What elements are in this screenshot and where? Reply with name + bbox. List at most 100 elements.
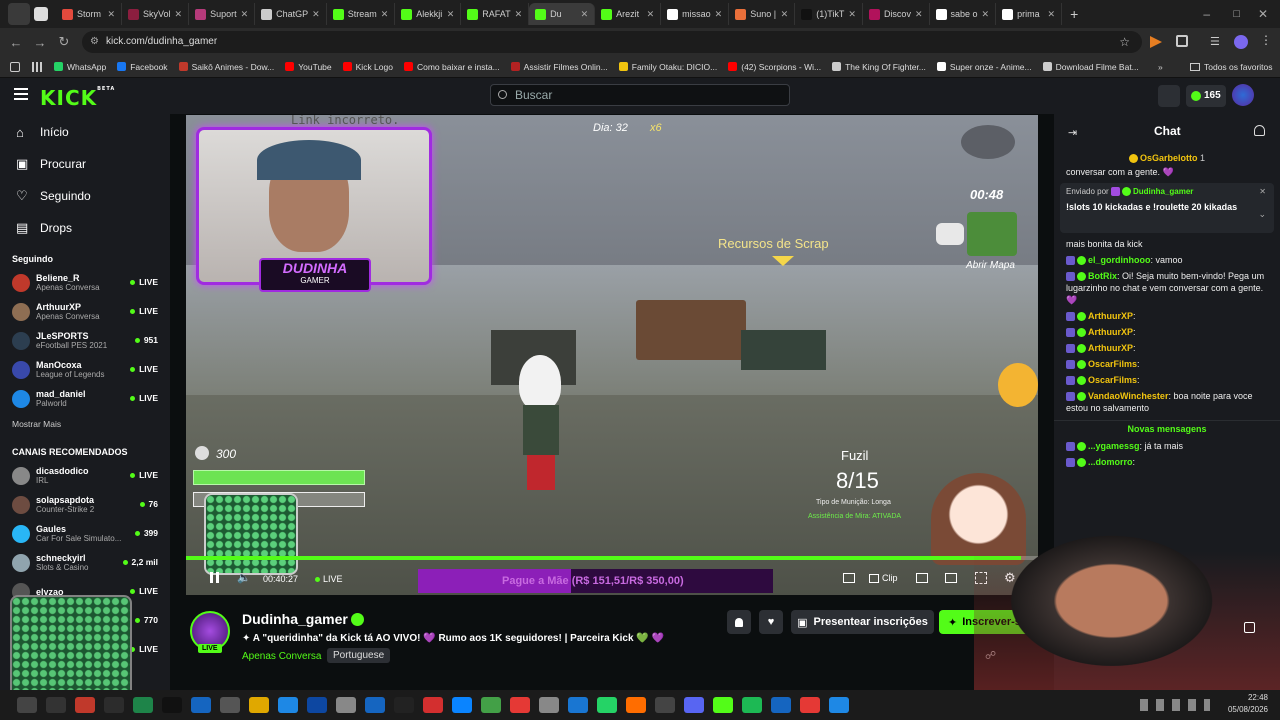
maximize-icon[interactable]: □ xyxy=(1233,8,1240,20)
tab-search-icon[interactable] xyxy=(8,3,30,25)
url-field[interactable]: ⚙ kick.com/dudinha_gamer ☆ xyxy=(82,31,1142,53)
theater-mode-icon[interactable] xyxy=(945,573,957,583)
taskbar-app-icon[interactable] xyxy=(567,697,588,713)
tab-close-icon[interactable]: ✕ xyxy=(447,9,455,20)
tab-close-icon[interactable]: ✕ xyxy=(848,9,856,20)
channel-item[interactable]: schneckyirl Slots & Casino 2,2 mil xyxy=(0,548,170,577)
taskbar-app-icon[interactable] xyxy=(306,697,327,713)
taskbar-app-icon[interactable] xyxy=(393,697,414,713)
chat-username[interactable]: ArthuurXP xyxy=(1088,343,1133,353)
tab-close-icon[interactable]: ✕ xyxy=(715,9,723,20)
taskbar-app-icon[interactable] xyxy=(16,697,37,713)
collapse-chat-icon[interactable]: ⇥ xyxy=(1068,126,1077,139)
show-more-link[interactable]: Mostrar Mais xyxy=(0,413,170,435)
channel-item[interactable]: Gaules Car For Sale Simulato... 399 xyxy=(0,519,170,548)
chat-username[interactable]: el_gordinhooo xyxy=(1088,255,1151,265)
unpin-icon[interactable]: ✕ xyxy=(1259,187,1266,196)
bookmark-item[interactable]: Como baixar e insta... xyxy=(403,62,500,72)
expand-pin-icon[interactable]: ⌄ xyxy=(1258,209,1266,220)
tab-close-icon[interactable]: ✕ xyxy=(647,9,655,20)
taskbar-app-icon[interactable] xyxy=(654,697,675,713)
browser-tab[interactable]: prima ✕ xyxy=(996,3,1063,25)
taskbar-app-icon[interactable] xyxy=(132,697,153,713)
bookmark-item[interactable]: (42) Scorpions - Wi... xyxy=(728,62,821,72)
tab-close-icon[interactable]: ✕ xyxy=(915,9,923,20)
taskbar-app-icon[interactable] xyxy=(219,697,240,713)
tab-close-icon[interactable]: ✕ xyxy=(581,9,589,20)
search-input[interactable]: Buscar xyxy=(490,84,790,106)
browser-tab[interactable]: Arezit ✕ xyxy=(595,3,662,25)
bookmark-item[interactable]: Facebook xyxy=(117,62,168,72)
tab-close-icon[interactable]: ✕ xyxy=(241,9,249,20)
taskbar-app-icon[interactable] xyxy=(103,697,124,713)
taskbar-app-icon[interactable] xyxy=(451,697,472,713)
channel-item[interactable]: Beliene_R Apenas Conversa LIVE xyxy=(0,268,170,297)
kick-logo[interactable]: KICKBETA xyxy=(40,86,115,110)
apps-icon[interactable] xyxy=(32,61,42,72)
taskbar-app-icon[interactable] xyxy=(538,697,559,713)
taskbar-app-icon[interactable] xyxy=(770,697,791,713)
hamburger-menu-icon[interactable] xyxy=(14,88,28,100)
more-bookmarks-icon[interactable]: » xyxy=(1158,62,1163,72)
menu-icon[interactable]: ⋮ xyxy=(1260,33,1272,47)
taskbar-app-icon[interactable] xyxy=(625,697,646,713)
bookmark-item[interactable]: Saikô Animes - Dow... xyxy=(178,62,274,72)
taskbar-app-icon[interactable] xyxy=(335,697,356,713)
taskbar-app-icon[interactable] xyxy=(683,697,704,713)
taskbar-app-icon[interactable] xyxy=(596,697,617,713)
sidebar-nav-item[interactable]: ▤ Drops xyxy=(0,212,170,244)
tab-close-icon[interactable]: ✕ xyxy=(1048,9,1056,20)
browser-tab[interactable]: missao ✕ xyxy=(661,3,730,25)
back-icon[interactable]: ← xyxy=(4,35,28,50)
new-messages-divider[interactable]: Novas mensagens xyxy=(1054,420,1280,434)
new-tab-icon[interactable]: + xyxy=(1070,6,1078,22)
video-player[interactable]: DUDINHA GAMER Link incorreto. Dia: 32 x6… xyxy=(186,115,1038,595)
sidebar-nav-item[interactable]: ♡ Seguindo xyxy=(0,180,170,212)
taskbar-app-icon[interactable] xyxy=(364,697,385,713)
taskbar-app-icon[interactable] xyxy=(712,697,733,713)
extension-icon[interactable] xyxy=(1150,36,1162,48)
sidebar-nav-item[interactable]: ⌂ Início xyxy=(0,116,170,148)
all-bookmarks[interactable]: Todos os favoritos xyxy=(1190,62,1273,72)
channel-item[interactable]: dicasdodico IRL LIVE xyxy=(0,461,170,490)
bookmark-item[interactable]: YouTube xyxy=(285,62,332,72)
bookmark-item[interactable]: Family Otaku: DICIO... xyxy=(618,62,717,72)
clip-button[interactable]: Clip xyxy=(869,573,898,584)
media-icon[interactable]: ☰ xyxy=(1210,35,1220,48)
tab-close-icon[interactable]: ✕ xyxy=(381,9,389,20)
taskbar-app-icon[interactable] xyxy=(45,697,66,713)
channel-name[interactable]: Dudinha_gamer xyxy=(242,611,348,627)
bookmark-item[interactable]: Kick Logo xyxy=(342,62,393,72)
notifications-button[interactable] xyxy=(727,610,751,634)
taskbar-app-icon[interactable] xyxy=(509,697,530,713)
tab-close-icon[interactable]: ✕ xyxy=(515,9,523,20)
bookmark-item[interactable]: Assistir Filmes Onlin... xyxy=(510,62,608,72)
browser-tab[interactable]: SkyVol ✕ xyxy=(122,3,190,25)
tab-close-icon[interactable]: ✕ xyxy=(312,9,320,20)
close-window-icon[interactable]: ✕ xyxy=(1258,7,1268,21)
taskbar-app-icon[interactable] xyxy=(741,697,762,713)
tab-close-icon[interactable]: ✕ xyxy=(781,9,789,20)
taskbar-app-icon[interactable] xyxy=(248,697,269,713)
sidebar-nav-item[interactable]: ▣ Procurar xyxy=(0,148,170,180)
browser-tab[interactable]: Alekkji ✕ xyxy=(395,3,462,25)
pinned-message[interactable]: Enviado por Dudinha_gamer !slots 10 kick… xyxy=(1060,183,1274,233)
bookmark-item[interactable]: The King Of Fighter... xyxy=(832,62,926,72)
chat-username[interactable]: OscarFilms xyxy=(1088,359,1137,369)
bookmark-star-icon[interactable]: ☆ xyxy=(1119,31,1130,53)
tab-close-icon[interactable]: ✕ xyxy=(175,9,183,20)
gift-subs-button[interactable]: ▣ Presentear inscrições xyxy=(791,610,934,634)
follow-button[interactable]: ♥ xyxy=(759,610,783,634)
channel-item[interactable]: ManOcoxa League of Legends LIVE xyxy=(0,355,170,384)
cc-icon[interactable] xyxy=(916,573,928,583)
bookmark-item[interactable]: WhatsApp xyxy=(54,62,106,72)
pause-icon[interactable] xyxy=(210,572,219,583)
taskbar-app-icon[interactable] xyxy=(161,697,182,713)
chat-settings-icon[interactable] xyxy=(1244,622,1255,633)
taskbar-app-icon[interactable] xyxy=(480,697,501,713)
browser-tab[interactable]: (1)TikT ✕ xyxy=(795,3,863,25)
bookmark-item[interactable]: Super onze - Anime... xyxy=(936,62,1032,72)
taskbar-app-icon[interactable] xyxy=(799,697,820,713)
browser-tab[interactable]: ChatGP ✕ xyxy=(255,3,327,25)
taskbar-app-icon[interactable] xyxy=(74,697,95,713)
